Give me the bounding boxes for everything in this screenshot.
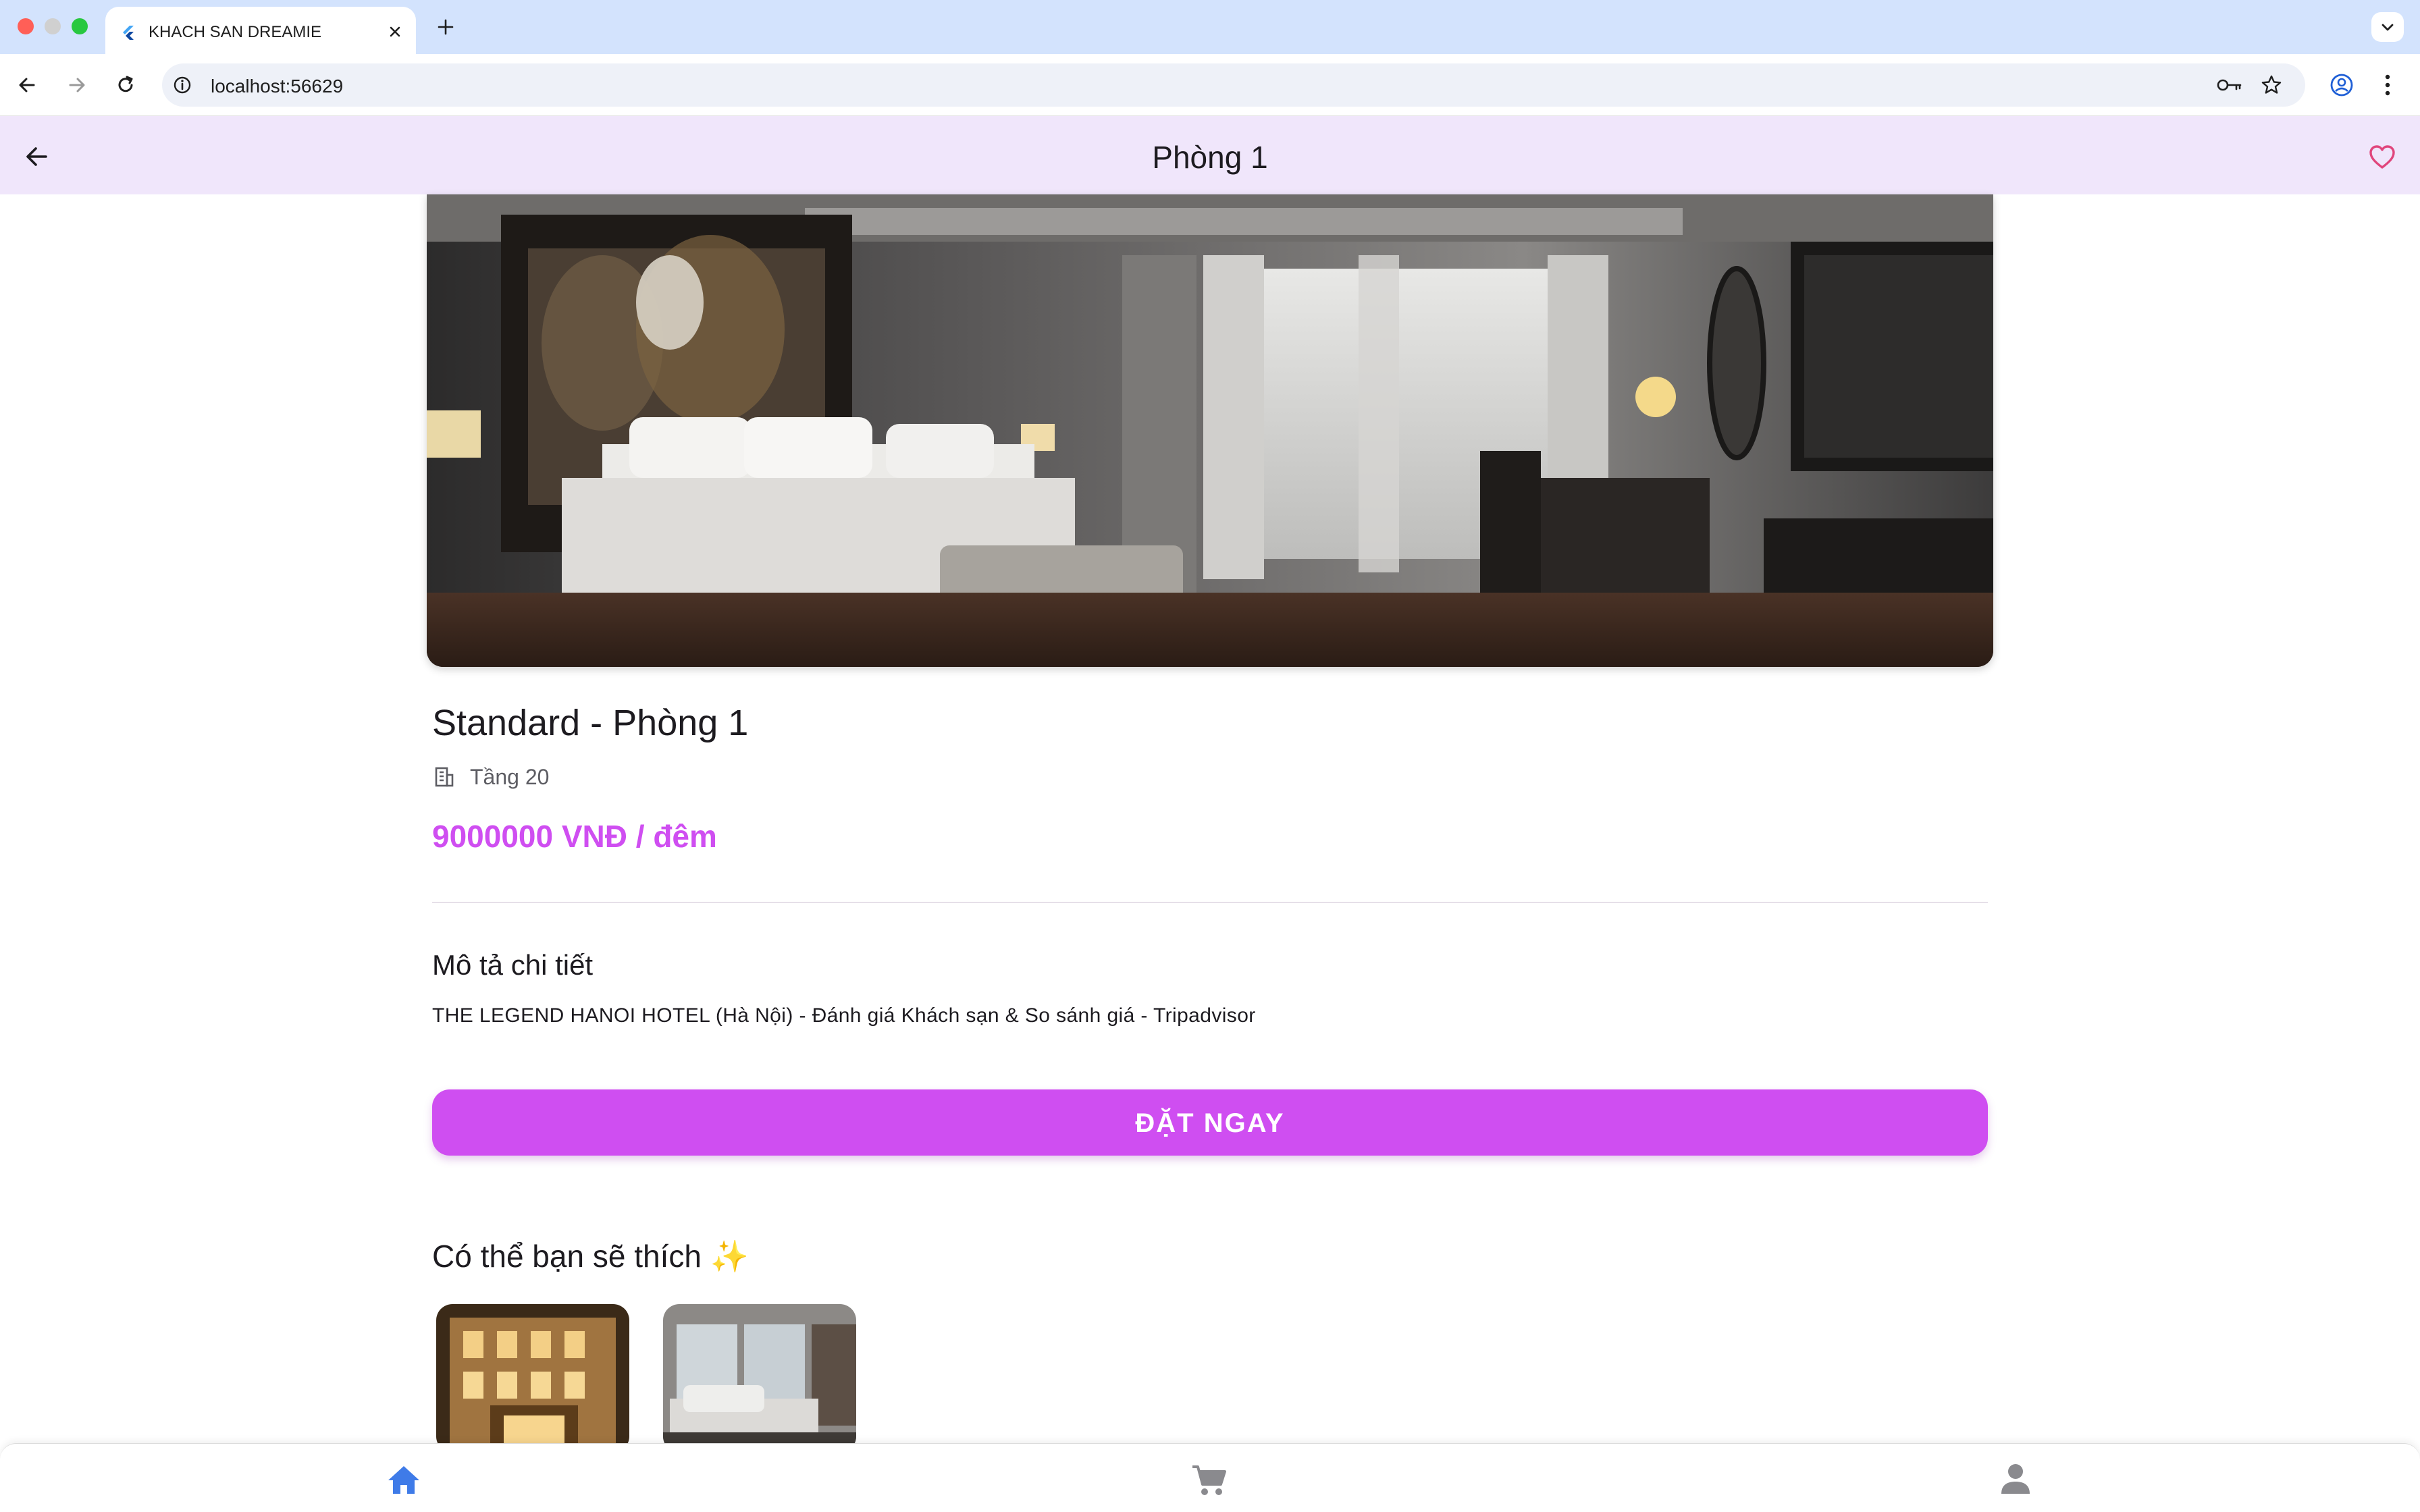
recommended-room-card[interactable]	[436, 1304, 629, 1453]
book-now-label: ĐẶT NGAY	[1135, 1108, 1285, 1138]
building-icon	[435, 767, 454, 787]
bottom-navigation	[0, 1443, 2420, 1512]
new-tab-icon[interactable]	[436, 18, 455, 36]
password-key-icon[interactable]	[2216, 76, 2243, 94]
room-photo	[427, 194, 1993, 667]
description-text: THE LEGEND HANOI HOTEL (Hà Nội) - Đánh g…	[432, 1004, 1256, 1027]
recommended-room-photo	[663, 1304, 856, 1453]
description-title: Mô tả chi tiết	[432, 949, 594, 981]
site-info-icon[interactable]	[173, 76, 192, 94]
browser-tab-bar: KHACH SAN DREAMIE	[0, 0, 2420, 55]
person-icon[interactable]	[2000, 1463, 2031, 1495]
recommended-room-card[interactable]	[663, 1304, 856, 1453]
tab-search-button[interactable]	[2371, 12, 2404, 42]
home-icon[interactable]	[386, 1464, 421, 1495]
minimize-window-button[interactable]	[45, 18, 61, 34]
profile-icon[interactable]	[2330, 73, 2354, 97]
forward-icon[interactable]	[66, 74, 88, 96]
section-divider	[432, 902, 1988, 903]
page-title: Phòng 1	[1152, 140, 1268, 175]
room-name: Standard - Phòng 1	[432, 703, 749, 743]
flutter-logo-icon	[123, 26, 134, 40]
url-text[interactable]: localhost:56629	[211, 76, 343, 97]
browser-toolbar: localhost:56629	[0, 54, 2420, 116]
reload-icon[interactable]	[115, 74, 136, 96]
close-window-button[interactable]	[18, 18, 34, 34]
book-now-button[interactable]: ĐẶT NGAY	[432, 1089, 1988, 1156]
cart-icon[interactable]	[1191, 1464, 1228, 1498]
recommended-hotel-photo	[436, 1304, 629, 1453]
browser-menu-icon[interactable]	[2384, 73, 2392, 97]
close-tab-icon[interactable]	[388, 24, 402, 39]
tab-title: KHACH SAN DREAMIE	[149, 23, 322, 41]
floor-label: Tầng 20	[470, 765, 550, 789]
back-icon[interactable]	[16, 74, 38, 96]
app-bar: Phòng 1	[0, 116, 2420, 194]
bookmark-star-icon[interactable]	[2261, 74, 2282, 96]
room-price: 9000000 VNĐ / đêm	[432, 819, 717, 854]
browser-tab[interactable]: KHACH SAN DREAMIE	[105, 7, 416, 55]
chevron-down-icon	[2382, 24, 2394, 31]
favorite-heart-icon[interactable]	[2369, 144, 2396, 170]
maximize-window-button[interactable]	[72, 18, 88, 34]
recommendations-title: Có thể bạn sẽ thích ✨	[432, 1239, 749, 1274]
address-bar[interactable]: localhost:56629	[162, 63, 2305, 107]
